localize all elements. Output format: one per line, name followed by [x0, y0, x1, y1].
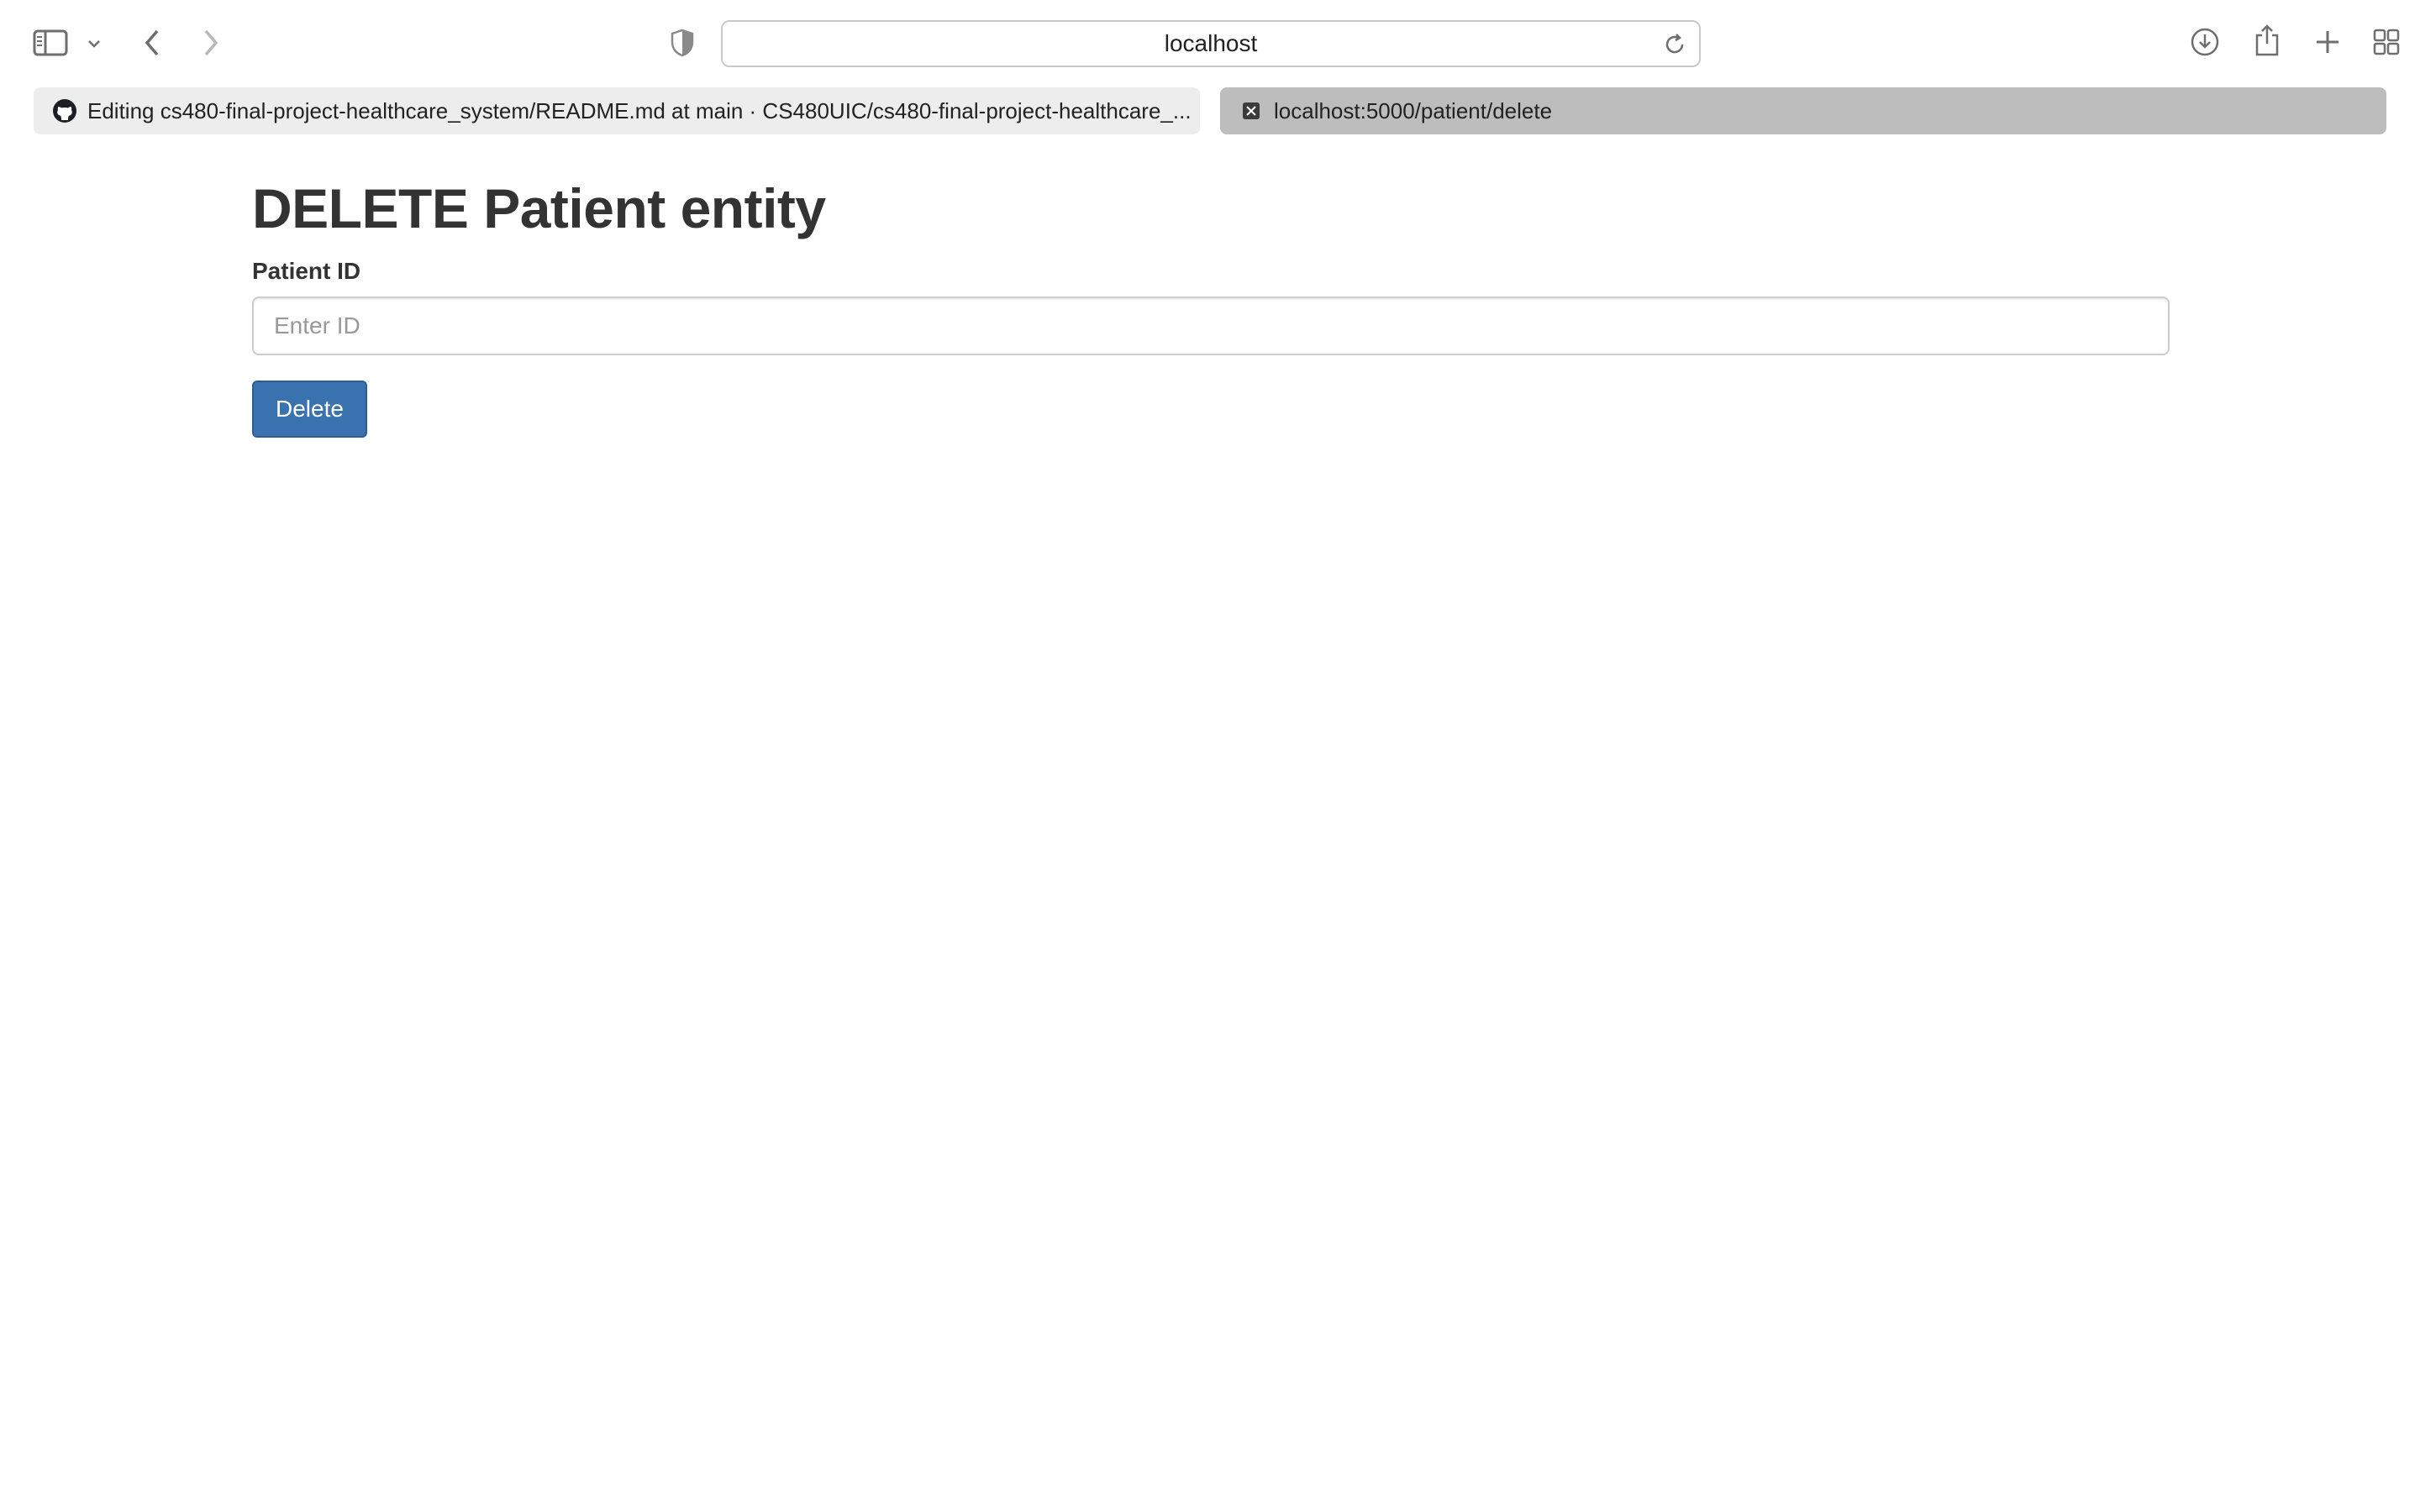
download-icon[interactable]: [2188, 25, 2222, 59]
page-content: DELETE Patient entity Patient ID Delete: [252, 168, 2170, 438]
tab-label: localhost:5000/patient/delete: [1274, 97, 1553, 123]
delete-button[interactable]: Delete: [252, 380, 367, 438]
patient-id-label: Patient ID: [252, 257, 361, 284]
chevron-left-icon[interactable]: [139, 25, 165, 60]
browser-toolbar: localhost: [0, 0, 2420, 84]
tab-label: Editing cs480-final-project-healthcare_s…: [87, 97, 1192, 123]
share-icon[interactable]: [2252, 22, 2282, 59]
close-square-icon: [1239, 98, 1264, 123]
github-icon: [52, 98, 77, 123]
grid-icon[interactable]: [2371, 27, 2402, 57]
page-title: DELETE Patient entity: [252, 177, 826, 239]
patient-id-input[interactable]: [252, 296, 2170, 355]
tab-github-readme[interactable]: Editing cs480-final-project-healthcare_s…: [34, 87, 1200, 134]
tab-bar: Editing cs480-final-project-healthcare_s…: [0, 87, 2420, 136]
sidebar-icon[interactable]: [32, 25, 69, 60]
chevron-down-icon[interactable]: [84, 34, 104, 54]
tab-patient-delete[interactable]: localhost:5000/patient/delete: [1220, 87, 2386, 134]
shield-icon[interactable]: [669, 27, 696, 59]
plus-icon[interactable]: [2312, 27, 2343, 57]
address-text[interactable]: localhost: [1165, 30, 1258, 57]
address-bar[interactable]: localhost: [721, 20, 1701, 67]
chevron-right-icon[interactable]: [198, 25, 224, 60]
reload-icon[interactable]: [1662, 32, 1687, 57]
